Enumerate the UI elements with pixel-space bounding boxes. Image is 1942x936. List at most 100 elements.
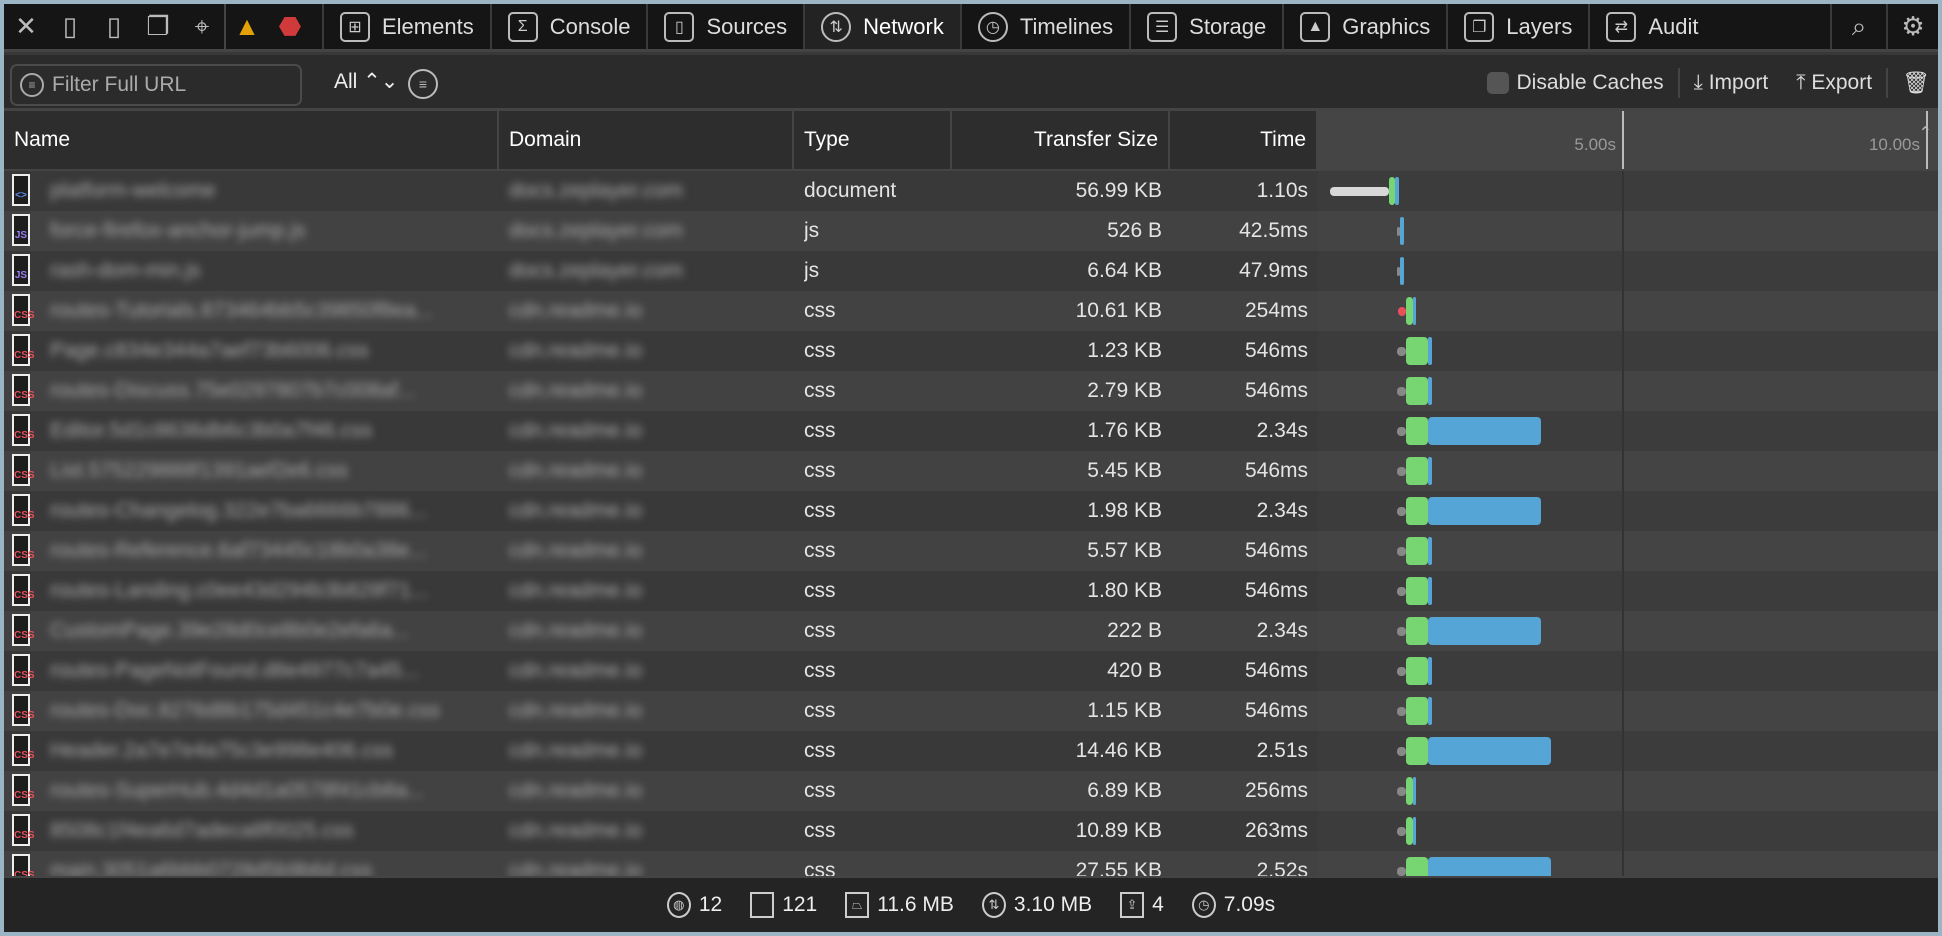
request-domain: cdn.readme.io <box>509 499 643 522</box>
table-row[interactable]: CSS Header.2a7e7e4a75c3e998e406.css cdn.… <box>4 731 1938 771</box>
tab-layers[interactable]: ❐ Layers <box>1446 4 1588 49</box>
table-row[interactable]: CSS routes-Doc.8276d8b175d451c4e7b0e.css… <box>4 691 1938 731</box>
request-name: rash-dom-min.js <box>50 259 201 282</box>
column-header-type[interactable]: Type <box>794 111 952 169</box>
table-row[interactable]: CSS routes-Tutorials.873464bb5c39850f8ea… <box>4 291 1938 331</box>
redirects-icon: ⇪ <box>1120 892 1145 918</box>
disable-caches-checkbox[interactable]: Disable Caches <box>1486 71 1664 95</box>
status-bar: ◍ 12 121 ⏢ 11.6 MB ⇅ 3.10 MB ⇪ 4 ◷ 7.09s <box>4 876 1938 932</box>
table-row[interactable]: JS force-firefox-anchor-jump.js docs.zep… <box>4 211 1938 251</box>
waterfall-segment <box>1397 467 1407 476</box>
status-value: 7.09s <box>1223 893 1276 916</box>
waterfall-segment <box>1428 577 1433 605</box>
waterfall-segment <box>1397 547 1407 556</box>
request-time: 1.10s <box>1256 179 1308 202</box>
request-transfer-size: 420 B <box>1107 659 1162 682</box>
request-type: css <box>804 459 836 482</box>
waterfall-segment <box>1397 787 1407 796</box>
tab-storage[interactable]: ☰ Storage <box>1129 4 1282 49</box>
tab-timelines[interactable]: ◷ Timelines <box>959 4 1129 49</box>
gear-icon[interactable]: ⚙ <box>1886 4 1938 49</box>
waterfall-segment <box>1406 697 1429 725</box>
tab-graphics[interactable]: ▲ Graphics <box>1282 4 1446 49</box>
request-type: js <box>804 219 820 242</box>
checkbox-icon[interactable] <box>1486 72 1509 95</box>
table-row[interactable]: CSS routes-Changelog.322e7ba6666b7886...… <box>4 491 1938 531</box>
warning-icon[interactable]: ▲ <box>224 4 268 49</box>
table-row[interactable]: CSS routes-Reference.6af73445c18b0a38e..… <box>4 531 1938 571</box>
inspect-crosshair-icon[interactable]: ⌖ <box>180 4 224 49</box>
waterfall-cell <box>1318 851 1938 877</box>
request-transfer-size: 2.79 KB <box>1087 379 1162 402</box>
tab-label: Elements <box>382 13 474 39</box>
request-domain: docs.zeplayer.com <box>509 259 683 282</box>
request-name: routes-Tutorials.873464bb5c39850f8ea... <box>50 299 434 322</box>
request-name: platform-welcome <box>50 179 216 202</box>
resource-type-select[interactable]: All ⌃⌄ <box>334 69 398 94</box>
request-transfer-size: 1.15 KB <box>1087 699 1162 722</box>
tab-network[interactable]: ⇅ Network <box>803 4 960 49</box>
table-row[interactable]: CSS routes-SuperHub.4d4d1a0578f41cb8a...… <box>4 771 1938 811</box>
request-name: routes-Discuss.75e0297807b7c008af... <box>50 379 416 402</box>
waterfall-segment <box>1397 507 1407 516</box>
tab-bar: ✕ ▯ ▯ ❐ ⌖ ▲ ⬣ ⊞ Elements Σ Console ▯ Sources ⇅… <box>4 4 1938 52</box>
waterfall-cell <box>1318 691 1938 731</box>
tab-audit[interactable]: ⇄ Audit <box>1588 4 1714 49</box>
table-header: Name Domain Type Transfer Size Time 5.00… <box>4 111 1938 171</box>
css-file-icon: CSS <box>12 854 35 877</box>
waterfall-cell <box>1318 291 1938 331</box>
waterfall-segment <box>1397 627 1407 636</box>
column-header-domain[interactable]: Domain <box>499 111 794 169</box>
column-header-time[interactable]: Time <box>1170 111 1318 169</box>
waterfall-segment <box>1428 337 1433 365</box>
waterfall-segment <box>1428 417 1542 445</box>
table-row[interactable]: JS rash-dom-min.js docs.zeplayer.com js … <box>4 251 1938 291</box>
column-header-transfer-size[interactable]: Transfer Size <box>952 111 1170 169</box>
dock-right-icon[interactable]: ▯ <box>92 4 136 49</box>
tab-elements[interactable]: ⊞ Elements <box>322 4 490 49</box>
filter-options-icon[interactable]: ≡ <box>408 69 438 99</box>
waterfall-segment <box>1406 537 1429 565</box>
waterfall-cell <box>1318 811 1938 851</box>
waterfall-segment <box>1395 177 1400 205</box>
waterfall-segment <box>1406 737 1429 765</box>
import-button[interactable]: ⤓ Import <box>1694 71 1769 95</box>
tab-sources[interactable]: ▯ Sources <box>646 4 803 49</box>
table-row[interactable]: CSS Editor.5d1c8636db6c3b0a7f46.css cdn.… <box>4 411 1938 451</box>
request-name: force-firefox-anchor-jump.js <box>50 219 306 242</box>
waterfall-segment <box>1397 747 1407 756</box>
table-row[interactable]: <> platform-welcome docs.zeplayer.com do… <box>4 171 1938 211</box>
export-button[interactable]: ⤒ Export <box>1796 71 1872 95</box>
dock-left-icon[interactable]: ▯ <box>48 4 92 49</box>
waterfall-header[interactable]: 5.00s 10.00s ⌃ <box>1318 111 1938 169</box>
table-row[interactable]: CSS routes-Discuss.75e0297807b7c008af...… <box>4 371 1938 411</box>
detach-icon[interactable]: ❐ <box>136 4 180 49</box>
request-name: Page.c834e344a7aef73b6006.css <box>50 339 369 362</box>
filter-icon: ≡ <box>20 73 44 97</box>
error-icon[interactable]: ⬣ <box>268 4 312 49</box>
table-row[interactable]: CSS Page.c834e344a7aef73b6006.css cdn.re… <box>4 331 1938 371</box>
table-row[interactable]: CSS routes-PageNotFound.d8e4977c7a45... … <box>4 651 1938 691</box>
status-item: ◍ 12 <box>666 892 722 918</box>
status-value: 3.10 MB <box>1013 893 1093 916</box>
table-row[interactable]: CSS routes-Landing.c0ee43d294b3b828f71..… <box>4 571 1938 611</box>
tab-console[interactable]: Σ Console <box>489 4 647 49</box>
table-row[interactable]: CSS 8508c1f4ea6d7adeca8f0025.css cdn.rea… <box>4 811 1938 851</box>
tab-label: Graphics <box>1342 13 1431 39</box>
request-type: css <box>804 299 836 322</box>
table-row[interactable]: CSS CustomPage.39e28d0ce8b0e2efa6a... cd… <box>4 611 1938 651</box>
request-domain: cdn.readme.io <box>509 539 643 562</box>
sort-chevron-icon[interactable]: ⌃ <box>1919 123 1932 143</box>
tab-label: Network <box>863 13 944 39</box>
css-file-icon: CSS <box>12 774 35 806</box>
column-header-name[interactable]: Name <box>4 111 499 169</box>
clear-trash-icon[interactable]: 🗑︎ <box>1902 70 1930 96</box>
css-file-icon: CSS <box>12 574 35 606</box>
table-row[interactable]: CSS List.575229888f1391aef2e6.css cdn.re… <box>4 451 1938 491</box>
close-icon[interactable]: ✕ <box>4 4 48 49</box>
filter-url-input[interactable]: ≡ Filter Full URL <box>10 64 302 106</box>
waterfall-segment <box>1413 777 1417 805</box>
table-row[interactable]: CSS main.3051a6bbb0728d5b9b6d.css cdn.re… <box>4 851 1938 877</box>
search-icon[interactable]: ⌕ <box>1830 4 1886 49</box>
js-file-icon: JS <box>12 254 30 286</box>
